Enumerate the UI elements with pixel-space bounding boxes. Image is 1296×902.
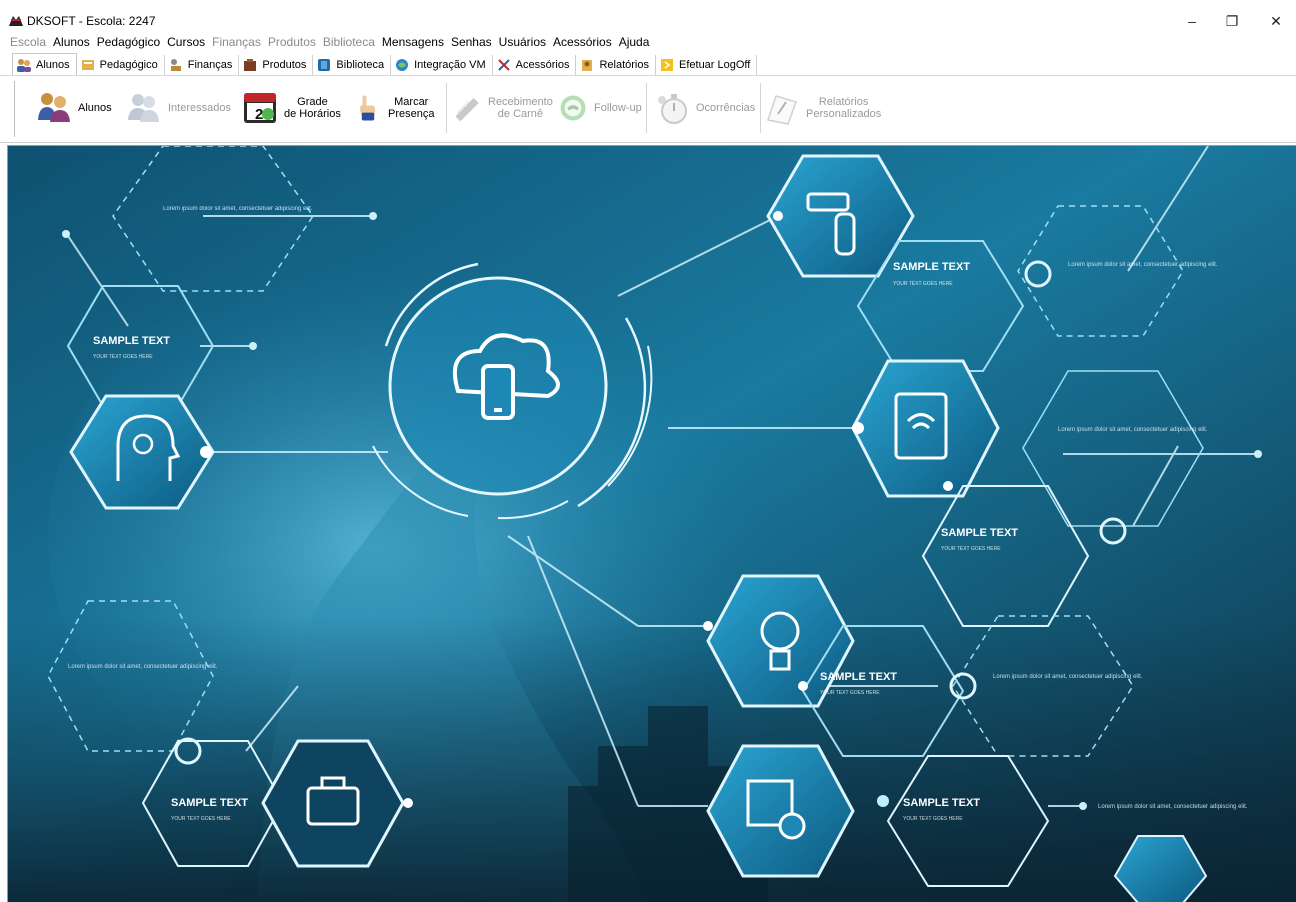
pedagogic-icon [81,60,94,70]
finance-icon [170,59,181,71]
ocorrencias-button[interactable]: Ocorrências [654,85,755,131]
lorem-text: Lorem ipsum dolor sit amet, consectetuer… [163,206,313,212]
sample-text-label: SAMPLE TEXT [93,335,170,347]
marcar-presenca-button[interactable]: Marcar Presença [354,85,434,131]
tab-label: Alunos [36,58,70,71]
minimize-button[interactable]: – [1172,10,1212,32]
menu-escola[interactable]: Escola [10,35,46,49]
students-icon [17,58,31,72]
sample-text-label: SAMPLE TEXT [941,527,1018,539]
ribbon-toolbar: Alunos Interessados 20 Grade de Horários… [0,77,1296,143]
recebimento-de-carne-button[interactable]: Recebimento de Carnê [452,85,553,131]
menu-financas[interactable]: Finanças [212,35,261,49]
alunos-button[interactable]: Alunos [36,85,112,131]
lorem-text: Lorem ipsum dolor sit amet, consectetuer… [68,664,218,670]
ribbon-label: Grade de Horários [284,96,341,120]
tab-label: Finanças [187,59,233,71]
ribbon-label: Follow-up [594,102,642,114]
follow-up-button[interactable]: Follow-up [558,85,642,131]
logoff-icon [661,59,673,71]
ribbon-label: Recebimento de Carnê [488,96,553,120]
sample-sub-label: YOUR TEXT GOES HERE [171,816,231,822]
stopwatch-icon [658,94,687,124]
hand-pointer-icon [360,95,376,121]
lorem-text: Lorem ipsum dolor sit amet, consectetuer… [1098,804,1248,810]
banner-illustration: SAMPLE TEXT YOUR TEXT GOES HERE SAMPLE T… [8,146,1296,902]
tab-pedagogico[interactable]: Pedagógico [77,55,165,75]
tab-label: Acessórios [515,59,570,71]
tab-label: Efetuar LogOff [679,59,751,71]
ribbon-label: Relatórios Personalizados [806,96,882,120]
sample-text-label: SAMPLE TEXT [903,797,980,809]
students-icon [38,93,70,122]
tab-label: Pedagógico [99,59,158,71]
tab-alunos[interactable]: Alunos [12,53,77,75]
sample-sub-label: YOUR TEXT GOES HERE [941,546,1001,552]
menu-senhas[interactable]: Senhas [451,35,492,49]
menu-biblioteca[interactable]: Biblioteca [323,35,375,49]
sample-sub-label: YOUR TEXT GOES HERE [93,354,153,360]
ribbon-label: Marcar Presença [388,96,435,120]
menu-pedagogico[interactable]: Pedagógico [97,35,160,49]
sample-text-label: SAMPLE TEXT [820,671,897,683]
tab-label: Produtos [262,59,307,71]
main-content-area: SAMPLE TEXT YOUR TEXT GOES HERE SAMPLE T… [7,145,1296,902]
sample-text-label: SAMPLE TEXT [171,797,248,809]
ribbon-separator [446,83,447,133]
ribbon-separator [646,83,647,133]
app-logo-icon [9,16,23,26]
close-button[interactable]: ✕ [1256,10,1296,32]
calendar-icon: 20 [244,93,276,123]
relatorios-personalizados-button[interactable]: Relatórios Personalizados [764,85,881,131]
tab-produtos[interactable]: Produtos [239,55,314,75]
ribbon-label: Alunos [78,102,112,114]
tab-relatorios[interactable]: Relatórios [576,55,656,75]
tab-financas[interactable]: Finanças [165,55,240,75]
sample-sub-label: YOUR TEXT GOES HERE [893,281,953,287]
menu-ajuda[interactable]: Ajuda [619,35,650,49]
ribbon-label: Ocorrências [696,102,756,114]
tab-integracao-vm[interactable]: Integração VM [391,55,493,75]
accessories-icon [497,59,510,71]
sample-text-label: SAMPLE TEXT [893,261,970,273]
menu-produtos[interactable]: Produtos [268,35,316,49]
receipt-icon [455,98,479,122]
interessados-button[interactable]: Interessados [126,85,231,131]
ribbon-border [14,81,15,137]
menu-alunos[interactable]: Alunos [53,35,90,49]
menu-cursos[interactable]: Cursos [167,35,205,49]
lorem-text: Lorem ipsum dolor sit amet, consectetuer… [1058,427,1208,433]
integration-icon [396,59,409,71]
report-pen-icon [767,95,797,125]
menu-acessorios[interactable]: Acessórios [553,35,612,49]
sample-sub-label: YOUR TEXT GOES HERE [903,816,963,822]
menu-bar: Escola Alunos Pedagógico Cursos Finanças… [0,33,1296,51]
reports-icon [582,60,593,71]
restore-button[interactable]: ❐ [1212,10,1252,32]
interested-icon [128,94,159,122]
tab-efetuar-logoff[interactable]: Efetuar LogOff [656,55,758,75]
title-bar: DKSOFT - Escola: 2247 – ❐ ✕ [0,0,1296,33]
tab-label: Relatórios [599,59,649,71]
module-tab-bar: Alunos Pedagógico Finanças Produtos Bibl… [0,53,1296,76]
menu-mensagens[interactable]: Mensagens [382,35,444,49]
window-title: DKSOFT - Escola: 2247 [27,14,156,28]
lorem-text: Lorem ipsum dolor sit amet, consectetuer… [993,674,1143,680]
tab-acessorios[interactable]: Acessórios [493,55,577,75]
ribbon-label: Interessados [168,102,231,114]
lorem-text: Lorem ipsum dolor sit amet, consectetuer… [1068,262,1218,268]
tab-biblioteca[interactable]: Biblioteca [313,55,392,75]
sample-sub-label: YOUR TEXT GOES HERE [820,690,880,696]
library-icon [318,59,331,71]
menu-usuarios[interactable]: Usuários [499,35,546,49]
products-icon [244,59,257,71]
ribbon-separator [760,83,761,133]
grade-de-horarios-button[interactable]: 20 Grade de Horários [242,85,341,131]
tab-label: Integração VM [414,59,486,71]
tab-label: Biblioteca [336,59,385,71]
phone-icon [560,95,586,121]
